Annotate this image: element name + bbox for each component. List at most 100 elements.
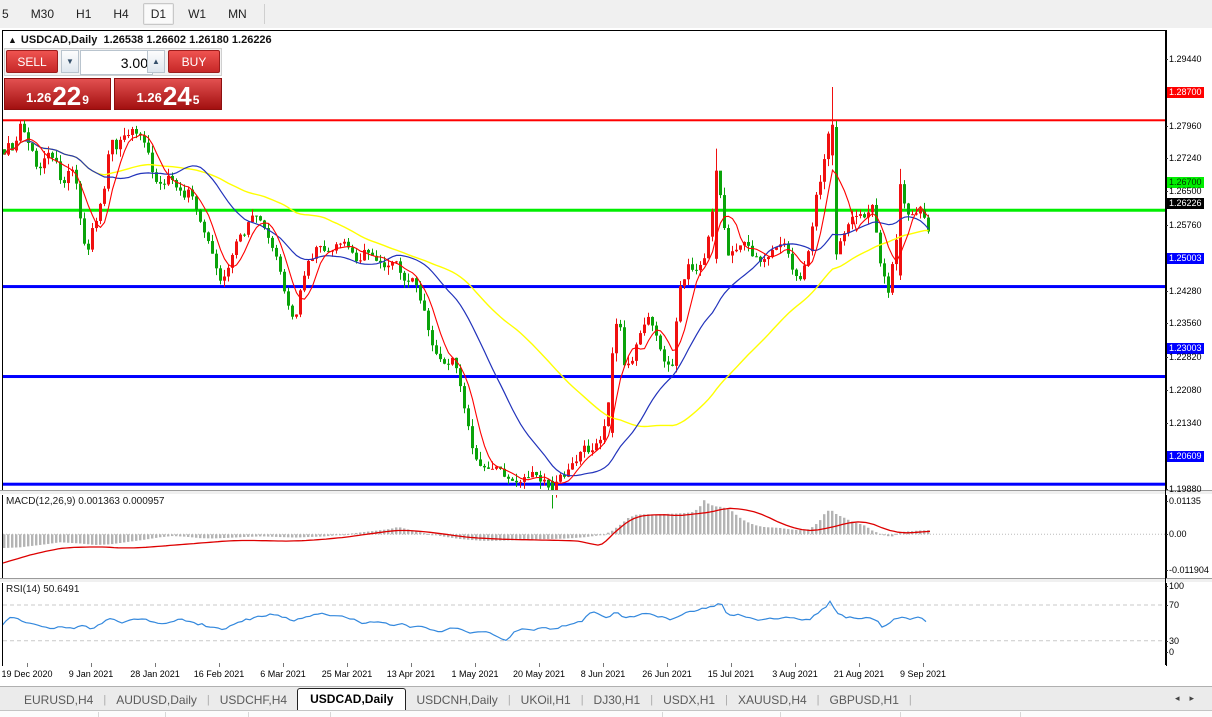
- one-click-trading-panel: SELL ▼ ▲ BUY 1.26 22 9 1.26 24 5: [4, 48, 222, 110]
- timeframe-button-h4[interactable]: H4: [105, 3, 136, 25]
- time-axis-label: 9 Sep 2021: [900, 669, 946, 679]
- tab-ukoil-h1[interactable]: UKOil,H1: [511, 690, 581, 711]
- axis-tick: [155, 663, 156, 667]
- price-axis-label: 1.25760: [1169, 220, 1202, 230]
- axis-tick: [859, 663, 860, 667]
- chart-tab-bar: EURUSD,H4|AUDUSD,Daily|USDCHF,H4USDCAD,D…: [0, 686, 1212, 711]
- chart-ohlc-values: 1.26538 1.26602 1.26180 1.26226: [103, 34, 271, 46]
- time-axis-label: 20 May 2021: [513, 669, 565, 679]
- axis-tick: [731, 663, 732, 667]
- time-axis-label: 8 Jun 2021: [581, 669, 626, 679]
- rsi-axis-label: 30: [1169, 636, 1179, 646]
- price-axis-label: 1.27960: [1169, 121, 1202, 131]
- price-axis-label: 1.26500: [1169, 186, 1202, 196]
- time-axis-label: 9 Jan 2021: [69, 669, 114, 679]
- status-strip-separator: [1020, 712, 1021, 717]
- price-axis-label: 1.25003: [1167, 253, 1204, 264]
- sell-button[interactable]: SELL: [6, 50, 58, 73]
- axis-tick: [283, 663, 284, 667]
- status-strip-separator: [330, 712, 331, 717]
- tab-scroll-right-icon[interactable]: ▸: [1189, 693, 1204, 703]
- sell-price-prefix: 1.26: [26, 90, 51, 105]
- sell-price-box[interactable]: 1.26 22 9: [4, 78, 111, 110]
- one-click-panel-toggle-icon[interactable]: ▲: [8, 35, 17, 45]
- axis-tick: [475, 663, 476, 667]
- timeframe-button-d1[interactable]: D1: [143, 3, 174, 25]
- tab-audusd-daily[interactable]: AUDUSD,Daily: [106, 690, 207, 711]
- buy-price-big: 24: [163, 85, 192, 107]
- timeframe-button-h1[interactable]: H1: [68, 3, 99, 25]
- volume-input[interactable]: [80, 50, 153, 75]
- tab-divider: |: [909, 694, 912, 711]
- price-axis-label: 1.19880: [1169, 484, 1202, 494]
- status-strip-separator: [98, 712, 99, 717]
- axis-border: [1165, 30, 1166, 665]
- status-strip-separator: [900, 712, 901, 717]
- volume-decrement-icon[interactable]: ▼: [61, 50, 79, 73]
- chart-title: ▲ USDCAD,Daily 1.26538 1.26602 1.26180 1.…: [8, 34, 272, 46]
- sell-price-big: 22: [52, 85, 81, 107]
- volume-increment-icon[interactable]: ▲: [147, 50, 165, 73]
- status-strip-separator: [248, 712, 249, 717]
- price-axis-label: 1.28700: [1167, 87, 1204, 98]
- axis-tick: [347, 663, 348, 667]
- status-strip-separator: [165, 712, 166, 717]
- buy-price-box[interactable]: 1.26 24 5: [114, 78, 222, 110]
- timeframe-button-5[interactable]: 5: [0, 3, 17, 25]
- timeframe-button-m30[interactable]: M30: [23, 3, 62, 25]
- tab-usdchf-h4[interactable]: USDCHF,H4: [210, 690, 297, 711]
- time-axis-label: 21 Aug 2021: [834, 669, 885, 679]
- time-axis-label: 1 May 2021: [451, 669, 498, 679]
- time-axis-label: 19 Dec 2020: [1, 669, 52, 679]
- price-axis-label: 1.22080: [1169, 385, 1202, 395]
- rsi-indicator-pane[interactable]: [3, 581, 1165, 663]
- time-axis-label: 15 Jul 2021: [708, 669, 755, 679]
- tab-xauusd-h4[interactable]: XAUUSD,H4: [728, 690, 817, 711]
- rsi-axis-label: 0: [1169, 647, 1174, 657]
- axis-tick: [795, 663, 796, 667]
- time-axis-label: 6 Mar 2021: [260, 669, 306, 679]
- chart-symbol-label: USDCAD,Daily: [21, 34, 97, 46]
- price-axis-label: 1.23560: [1169, 318, 1202, 328]
- axis-tick: [923, 663, 924, 667]
- macd-label: MACD(12,26,9) 0.001363 0.000957: [6, 496, 164, 507]
- axis-tick: [219, 663, 220, 667]
- price-axis-label: 1.21340: [1169, 418, 1202, 428]
- timeframe-button-w1[interactable]: W1: [180, 3, 214, 25]
- axis-tick: [539, 663, 540, 667]
- buy-button[interactable]: BUY: [168, 50, 220, 73]
- time-axis-label: 28 Jan 2021: [130, 669, 180, 679]
- tab-usdcad-daily[interactable]: USDCAD,Daily: [297, 688, 406, 711]
- tab-scroll-left-icon[interactable]: ◂: [1175, 693, 1190, 703]
- rsi-axis-label: 100: [1169, 581, 1184, 591]
- price-axis-label: 1.29440: [1169, 54, 1202, 64]
- rsi-label: RSI(14) 50.6491: [6, 584, 79, 595]
- tab-usdx-h1[interactable]: USDX,H1: [653, 690, 725, 711]
- price-axis-label: 1.20609: [1167, 451, 1204, 462]
- price-axis-label: 1.27240: [1169, 153, 1202, 163]
- tab-eurusd-h4[interactable]: EURUSD,H4: [14, 690, 103, 711]
- buy-price-pip: 5: [193, 93, 200, 107]
- axis-tick: [411, 663, 412, 667]
- status-strip-separator: [780, 712, 781, 717]
- chart-window: ▲ USDCAD,Daily 1.26538 1.26602 1.26180 1.…: [0, 28, 1212, 686]
- sell-price-pip: 9: [82, 93, 89, 107]
- timeframe-button-mn[interactable]: MN: [220, 3, 255, 25]
- macd-axis-label: 0.01135: [1169, 496, 1201, 506]
- price-axis-label: 1.24280: [1169, 286, 1202, 296]
- main-price-chart[interactable]: [3, 58, 1165, 518]
- tab-scroll-arrows[interactable]: ◂▸: [1175, 693, 1204, 704]
- buy-price-prefix: 1.26: [137, 90, 162, 105]
- toolbar-separator: [264, 4, 265, 24]
- axis-tick: [27, 663, 28, 667]
- macd-axis-label: 0.00: [1169, 529, 1187, 539]
- time-axis-label: 16 Feb 2021: [194, 669, 245, 679]
- timeframe-toolbar: 5 M30 H1 H4 D1 W1 MN: [0, 0, 1212, 29]
- tab-dj30-h1[interactable]: DJ30,H1: [584, 690, 651, 711]
- tab-usdcnh-daily[interactable]: USDCNH,Daily: [406, 690, 507, 711]
- tab-gbpusd-h1[interactable]: GBPUSD,H1: [820, 690, 909, 711]
- macd-indicator-pane[interactable]: [3, 493, 1165, 578]
- axis-tick: [91, 663, 92, 667]
- price-axis-label: 1.26226: [1167, 198, 1204, 209]
- time-axis-label: 25 Mar 2021: [322, 669, 373, 679]
